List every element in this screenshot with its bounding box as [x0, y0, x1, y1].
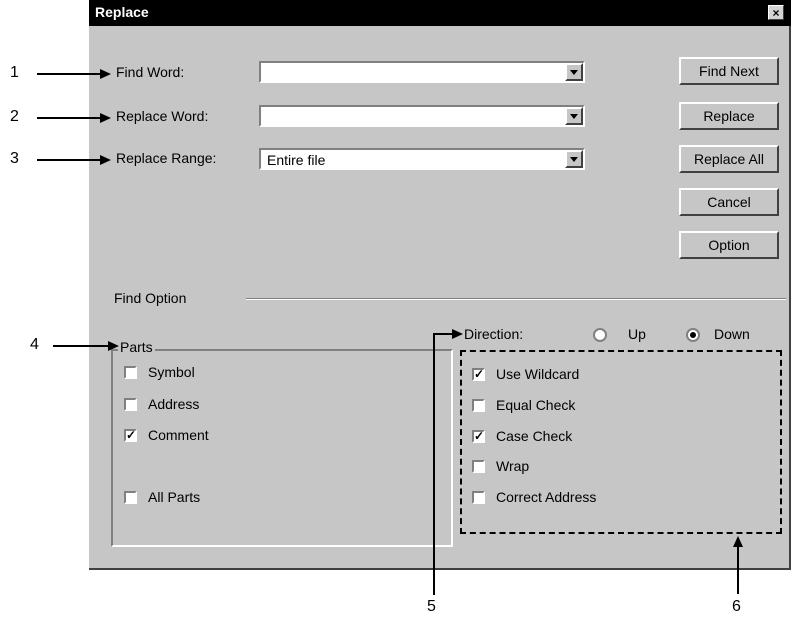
- callout-6-line: [737, 546, 739, 594]
- find-word-combo[interactable]: [259, 61, 585, 83]
- replace-range-combo[interactable]: Entire file: [259, 148, 585, 170]
- callout-3-line: [37, 159, 101, 161]
- use-wildcard-label: Use Wildcard: [496, 366, 580, 382]
- all-parts-label: All Parts: [148, 489, 201, 505]
- direction-label: Direction:: [464, 326, 524, 342]
- arrow-right-icon: [100, 113, 111, 123]
- symbol-checkbox[interactable]: [124, 366, 137, 379]
- dialog-title: Replace: [95, 4, 149, 20]
- arrow-right-icon: [100, 155, 111, 165]
- case-check-label: Case Check: [496, 428, 573, 444]
- callout-3: 3: [10, 150, 19, 167]
- comment-label: Comment: [148, 427, 209, 443]
- arrow-right-icon: [108, 341, 119, 351]
- symbol-label: Symbol: [148, 364, 195, 380]
- title-bar: [89, 0, 791, 26]
- arrow-right-icon: [452, 329, 463, 339]
- replace-range-label: Replace Range:: [116, 150, 217, 166]
- use-wildcard-checkbox[interactable]: ✓: [472, 368, 485, 381]
- address-label: Address: [148, 396, 200, 412]
- callout-4: 4: [30, 336, 39, 353]
- equal-check-label: Equal Check: [496, 397, 576, 413]
- equal-check-checkbox[interactable]: [472, 399, 485, 412]
- direction-up-label: Up: [628, 326, 646, 342]
- callout-1-line: [37, 73, 101, 75]
- address-checkbox[interactable]: [124, 398, 137, 411]
- direction-down-label: Down: [714, 326, 750, 342]
- callout-5-line: [433, 333, 453, 335]
- find-option-separator: [246, 298, 786, 300]
- correct-address-label: Correct Address: [496, 489, 597, 505]
- arrow-right-icon: [100, 69, 111, 79]
- callout-5-line: [433, 333, 435, 595]
- check-icon: ✓: [474, 429, 485, 443]
- check-icon: ✓: [474, 367, 485, 381]
- correct-address-checkbox[interactable]: [472, 491, 485, 504]
- replace-button[interactable]: Replace: [679, 102, 779, 130]
- replace-all-button[interactable]: Replace All: [679, 145, 779, 173]
- callout-2-line: [37, 117, 101, 119]
- callout-6: 6: [732, 598, 741, 615]
- check-icon: ✓: [126, 428, 137, 442]
- direction-up-radio[interactable]: [593, 328, 607, 342]
- close-button[interactable]: ×: [768, 5, 784, 20]
- parts-label: Parts: [118, 339, 155, 355]
- replace-word-label: Replace Word:: [116, 108, 209, 124]
- callout-1: 1: [10, 64, 19, 81]
- wrap-label: Wrap: [496, 458, 530, 474]
- callout-2: 2: [10, 108, 19, 125]
- all-parts-checkbox[interactable]: [124, 491, 137, 504]
- find-next-button[interactable]: Find Next: [679, 57, 779, 85]
- find-word-label: Find Word:: [116, 64, 185, 80]
- cancel-button[interactable]: Cancel: [679, 188, 779, 216]
- replace-range-value: Entire file: [267, 152, 326, 168]
- option-button[interactable]: Option: [679, 231, 779, 259]
- wrap-checkbox[interactable]: [472, 460, 485, 473]
- replace-range-dropdown-icon[interactable]: [565, 150, 583, 168]
- case-check-checkbox[interactable]: ✓: [472, 430, 485, 443]
- comment-checkbox[interactable]: ✓: [124, 429, 137, 442]
- callout-5: 5: [427, 598, 436, 615]
- find-word-dropdown-icon[interactable]: [565, 63, 583, 81]
- find-option-label: Find Option: [114, 290, 187, 306]
- direction-down-radio[interactable]: [686, 328, 700, 342]
- replace-word-dropdown-icon[interactable]: [565, 107, 583, 125]
- replace-word-combo[interactable]: [259, 105, 585, 127]
- callout-4-line: [53, 345, 109, 347]
